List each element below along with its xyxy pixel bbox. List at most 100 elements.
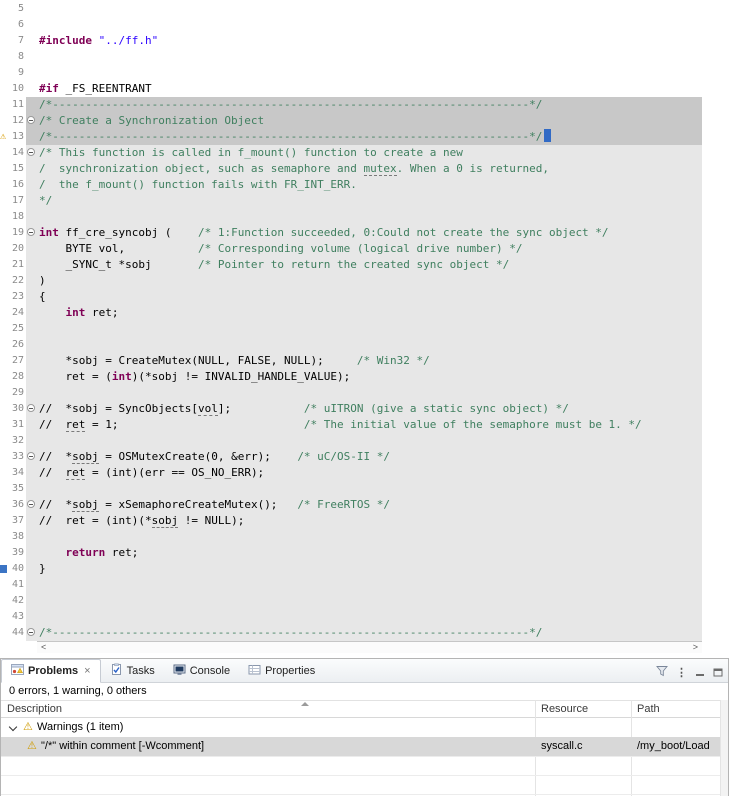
fold-toggle-icon[interactable]: [27, 452, 35, 460]
editor-line[interactable]: 18: [0, 209, 729, 225]
editor-line[interactable]: 5: [0, 1, 729, 17]
code-line-text[interactable]: ): [37, 273, 702, 289]
code-line-text[interactable]: [37, 385, 702, 401]
code-line-text[interactable]: [37, 1, 702, 17]
column-header-resource[interactable]: Resource: [541, 703, 588, 715]
editor-line[interactable]: ⚠ 13 /*-----------------------------------…: [0, 129, 729, 145]
code-line-text[interactable]: /*--------------------------------------…: [37, 129, 702, 145]
code-line-text[interactable]: ret = (int)(*sobj != INVALID_HANDLE_VALU…: [37, 369, 702, 385]
editor-line[interactable]: 14 /* This function is called in f_mount(…: [0, 145, 729, 161]
warning-item-row[interactable]: ⚠ "/*" within comment [-Wcomment] syscal…: [1, 737, 720, 756]
fold-toggle-icon[interactable]: [27, 228, 35, 236]
code-line-text[interactable]: #include "../ff.h": [37, 33, 702, 49]
fold-toggle-icon[interactable]: [27, 500, 35, 508]
editor-line[interactable]: 23 {: [0, 289, 729, 305]
editor-line[interactable]: 29: [0, 385, 729, 401]
editor-line[interactable]: 8: [0, 49, 729, 65]
minimize-icon[interactable]: [695, 664, 705, 682]
editor-line[interactable]: 39 return ret;: [0, 545, 729, 561]
editor-line[interactable]: 34 // ret = (int)(err == OS_NO_ERR);: [0, 465, 729, 481]
code-line-text[interactable]: // ret = (int)(*sobj != NULL);: [37, 513, 702, 529]
editor-line[interactable]: 19 int ff_cre_syncobj ( /* 1:Function suc…: [0, 225, 729, 241]
code-line-text[interactable]: [37, 337, 702, 353]
code-line-text[interactable]: [37, 577, 702, 593]
editor-line[interactable]: 21 _SYNC_t *sobj /* Pointer to return th…: [0, 257, 729, 273]
code-line-text[interactable]: / synchronization object, such as semaph…: [37, 161, 702, 177]
code-line-text[interactable]: // ret = (int)(err == OS_NO_ERR);: [37, 465, 702, 481]
code-line-text[interactable]: }: [37, 561, 702, 577]
editor-line[interactable]: 41: [0, 577, 729, 593]
code-line-text[interactable]: _SYNC_t *sobj /* Pointer to return the c…: [37, 257, 702, 273]
editor-line[interactable]: 12 /* Create a Synchronization Object: [0, 113, 729, 129]
close-icon[interactable]: ×: [84, 665, 90, 677]
editor-line[interactable]: 25: [0, 321, 729, 337]
editor-line[interactable]: 32: [0, 433, 729, 449]
tab-console[interactable]: Console: [164, 659, 239, 682]
code-line-text[interactable]: {: [37, 289, 702, 305]
code-line-text[interactable]: BYTE vol, /* Corresponding volume (logic…: [37, 241, 702, 257]
code-line-text[interactable]: [37, 321, 702, 337]
editor-line[interactable]: 22): [0, 273, 729, 289]
code-line-text[interactable]: [37, 49, 702, 65]
editor-line[interactable]: 31 // ret = 1; /* The initial value of th…: [0, 417, 729, 433]
code-line-text[interactable]: [37, 433, 702, 449]
editor-line[interactable]: 43: [0, 609, 729, 625]
editor-line[interactable]: 28 ret = (int)(*sobj != INVALID_HANDLE_V…: [0, 369, 729, 385]
filter-icon[interactable]: [656, 664, 668, 682]
editor-line[interactable]: 38: [0, 529, 729, 545]
editor-line[interactable]: 30 // *sobj = SyncObjects[vol]; /* uITRON…: [0, 401, 729, 417]
editor-line[interactable]: 10 #if _FS_REENTRANT: [0, 81, 729, 97]
code-line-text[interactable]: /*--------------------------------------…: [37, 625, 702, 641]
editor-line[interactable]: 42: [0, 593, 729, 609]
maximize-icon[interactable]: [713, 664, 723, 682]
code-line-text[interactable]: #if _FS_REENTRANT: [37, 81, 702, 97]
tree-expander-icon[interactable]: [8, 722, 18, 732]
warnings-group-row[interactable]: ⚠ Warnings (1 item): [1, 718, 720, 737]
editor-line[interactable]: 36 // *sobj = xSemaphoreCreateMutex(); /*…: [0, 497, 729, 513]
code-line-text[interactable]: // *sobj = SyncObjects[vol]; /* uITRON (…: [37, 401, 702, 417]
editor-line[interactable]: 15 / synchronization object, such as sema…: [0, 161, 729, 177]
code-line-text[interactable]: // *sobj = OSMutexCreate(0, &err); /* uC…: [37, 449, 702, 465]
view-menu-icon[interactable]: ⋮: [676, 667, 687, 679]
editor-line[interactable]: 9: [0, 65, 729, 81]
code-line-text[interactable]: /* Create a Synchronization Object: [37, 113, 702, 129]
fold-toggle-icon[interactable]: [27, 404, 35, 412]
editor-line[interactable]: 35: [0, 481, 729, 497]
tab-properties[interactable]: Properties: [239, 659, 324, 682]
code-line-text[interactable]: [37, 593, 702, 609]
fold-toggle-icon[interactable]: [27, 628, 35, 636]
editor-line[interactable]: 11 /*------------------------------------…: [0, 97, 729, 113]
code-line-text[interactable]: / the f_mount() function fails with FR_I…: [37, 177, 702, 193]
editor-line[interactable]: 6: [0, 17, 729, 33]
code-line-text[interactable]: int ff_cre_syncobj ( /* 1:Function succe…: [37, 225, 702, 241]
code-line-text[interactable]: [37, 481, 702, 497]
scroll-right-icon[interactable]: >: [693, 642, 698, 653]
column-header-path[interactable]: Path: [637, 703, 660, 715]
code-line-text[interactable]: [37, 609, 702, 625]
editor-line[interactable]: 26: [0, 337, 729, 353]
editor-line[interactable]: 7 #include "../ff.h": [0, 33, 729, 49]
editor-line[interactable]: 40}: [0, 561, 729, 577]
warning-marker-icon[interactable]: ⚠: [0, 130, 6, 144]
code-line-text[interactable]: *sobj = CreateMutex(NULL, FALSE, NULL); …: [37, 353, 702, 369]
editor-line[interactable]: 27 *sobj = CreateMutex(NULL, FALSE, NULL…: [0, 353, 729, 369]
code-line-text[interactable]: // *sobj = xSemaphoreCreateMutex(); /* F…: [37, 497, 702, 513]
code-line-text[interactable]: [37, 17, 702, 33]
editor-line[interactable]: 20 BYTE vol, /* Corresponding volume (lo…: [0, 241, 729, 257]
fold-toggle-icon[interactable]: [27, 148, 35, 156]
tab-problems[interactable]: Problems ×: [1, 659, 101, 683]
editor-line[interactable]: 17 */: [0, 193, 729, 209]
column-header-description[interactable]: Description: [7, 703, 62, 715]
code-line-text[interactable]: */: [37, 193, 702, 209]
code-line-text[interactable]: // ret = 1; /* The initial value of the …: [37, 417, 702, 433]
code-line-text[interactable]: /*--------------------------------------…: [37, 97, 702, 113]
code-editor[interactable]: 5 6 7 #include "../ff.h" 8 9 10 #if _FS_REENTRA…: [0, 0, 729, 641]
fold-toggle-icon[interactable]: [27, 116, 35, 124]
editor-line[interactable]: 33 // *sobj = OSMutexCreate(0, &err); /* …: [0, 449, 729, 465]
code-line-text[interactable]: int ret;: [37, 305, 702, 321]
editor-line[interactable]: 24 int ret;: [0, 305, 729, 321]
code-line-text[interactable]: [37, 65, 702, 81]
scroll-left-icon[interactable]: <: [41, 642, 46, 653]
editor-line[interactable]: 37 // ret = (int)(*sobj != NULL);: [0, 513, 729, 529]
code-line-text[interactable]: /* This function is called in f_mount() …: [37, 145, 702, 161]
